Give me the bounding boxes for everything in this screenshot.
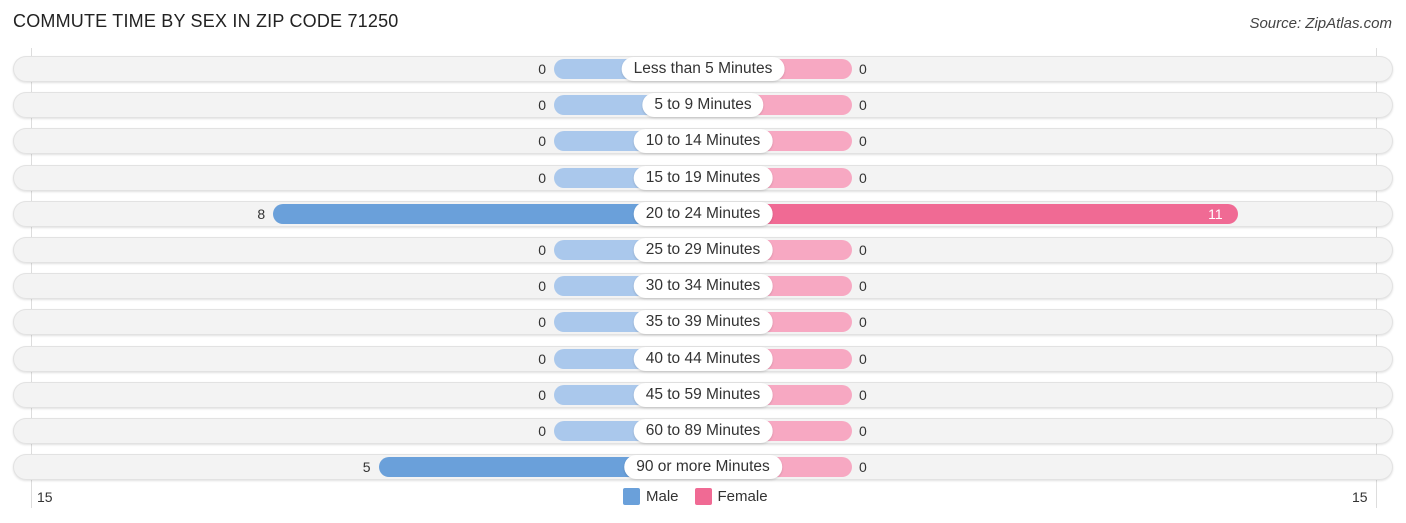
legend: Male Female [623, 488, 784, 505]
category-label: 60 to 89 Minutes [633, 419, 773, 443]
value-label-female: 11 [1208, 205, 1223, 222]
value-label-female: 0 [859, 423, 867, 439]
category-label: 25 to 29 Minutes [633, 238, 773, 262]
axis-tick-right: 15 [1352, 489, 1368, 505]
value-label-female: 0 [859, 97, 867, 114]
value-label-male: 0 [538, 97, 546, 114]
value-label-female: 0 [859, 61, 867, 77]
value-label-male: 8 [257, 205, 266, 222]
category-label: 40 to 44 Minutes [633, 346, 773, 371]
value-label-male: 5 [362, 459, 371, 476]
source-label: Source: ZipAtlas.com [1249, 15, 1392, 32]
legend-label-female: Female [717, 488, 768, 505]
legend-swatch-female [694, 488, 712, 505]
category-label: 45 to 59 Minutes [633, 382, 773, 407]
value-label-female: 0 [859, 314, 867, 331]
legend-label-male: Male [646, 488, 679, 505]
value-label-male: 0 [538, 423, 546, 439]
value-label-female: 0 [859, 386, 867, 403]
value-label-female: 0 [859, 242, 867, 258]
value-label-female: 0 [859, 169, 867, 186]
category-label: 90 or more Minutes [624, 455, 782, 480]
value-label-female: 0 [859, 278, 867, 295]
value-label-male: 0 [538, 133, 546, 150]
value-label-female: 0 [859, 350, 867, 367]
value-label-male: 0 [538, 242, 546, 258]
legend-item-female[interactable]: Female [694, 488, 768, 505]
value-label-male: 0 [538, 169, 546, 186]
axis-tick-left: 15 [37, 489, 53, 505]
value-label-male: 0 [538, 314, 546, 331]
value-label-male: 0 [538, 386, 546, 403]
legend-item-male[interactable]: Male [623, 488, 679, 505]
legend-swatch-male [623, 488, 640, 505]
category-label: 20 to 24 Minutes [633, 201, 773, 226]
category-label: 5 to 9 Minutes [642, 93, 764, 118]
chart-title: COMMUTE TIME BY SEX IN ZIP CODE 71250 [13, 11, 399, 31]
category-label: 10 to 14 Minutes [633, 129, 773, 154]
value-label-male: 0 [538, 278, 546, 295]
category-label: 35 to 39 Minutes [633, 310, 773, 335]
value-label-female: 0 [859, 133, 867, 150]
category-label: 15 to 19 Minutes [633, 165, 773, 190]
bar-female[interactable] [703, 203, 1239, 224]
value-label-male: 0 [538, 61, 546, 77]
value-label-female: 0 [859, 459, 867, 476]
category-label: 30 to 34 Minutes [633, 274, 773, 299]
value-label-male: 0 [538, 350, 546, 367]
category-label: Less than 5 Minutes [621, 57, 785, 81]
